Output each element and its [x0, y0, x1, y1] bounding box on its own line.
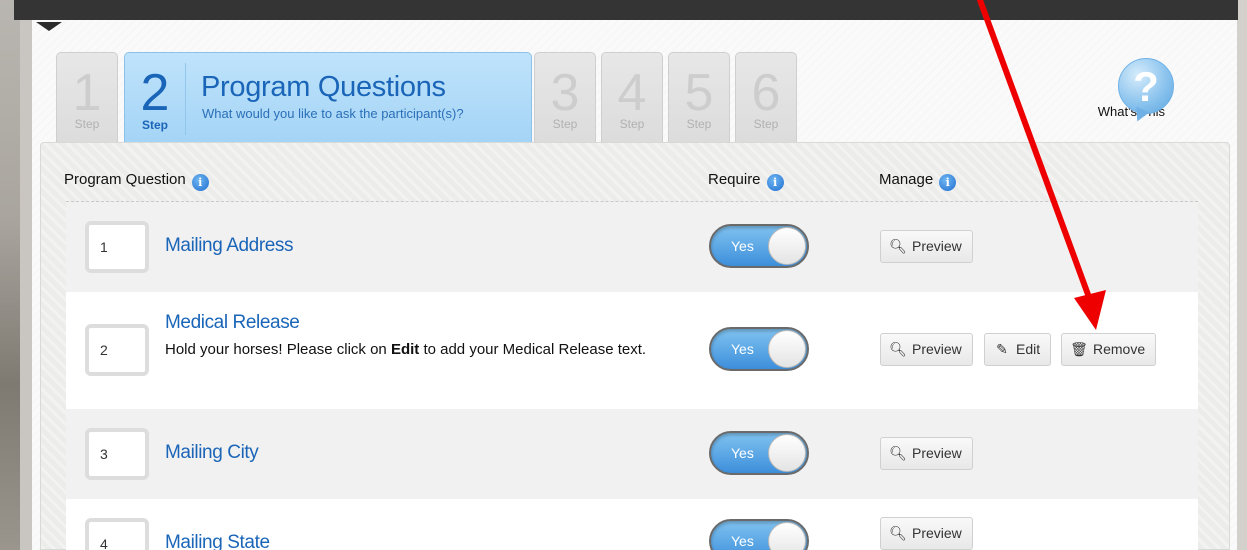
program-wizard-page: 1 Step 2 Step Program Questions What wou…: [32, 20, 1237, 550]
question-number: 3: [85, 428, 149, 480]
preview-button[interactable]: 🔍︎ Preview: [880, 230, 973, 263]
help-question-icon[interactable]: ?: [1118, 58, 1174, 114]
step-tab-5[interactable]: 5 Step: [668, 52, 730, 142]
question-number: 4: [85, 518, 149, 550]
toggle-label: Yes: [731, 238, 754, 254]
column-header-label: Require: [708, 171, 761, 188]
button-label: Preview: [912, 525, 962, 541]
step-number: 1: [72, 64, 102, 122]
info-icon[interactable]: i: [191, 174, 209, 191]
info-icon[interactable]: i: [766, 174, 784, 191]
remove-button[interactable]: 🗑︎ Remove: [1061, 333, 1157, 366]
toggle-knob: [768, 434, 806, 472]
search-icon: 🔍︎: [889, 342, 907, 358]
step-label: Step: [141, 118, 168, 132]
question-row: 3 Mailing City Yes 🔍︎ Preview: [66, 409, 1198, 499]
step-label: Step: [686, 117, 712, 131]
search-icon: 🔍︎: [889, 239, 907, 255]
step-tab-6[interactable]: 6 Step: [735, 52, 797, 142]
edit-button[interactable]: ✎ Edit: [984, 333, 1052, 366]
step-number: 2: [140, 64, 170, 122]
step-number: 6: [751, 64, 781, 122]
question-title[interactable]: Medical Release: [165, 312, 300, 334]
toggle-label: Yes: [731, 341, 754, 357]
toggle-knob: [768, 227, 806, 265]
step-label: Step: [753, 117, 779, 131]
step-title: Program Questions: [201, 71, 446, 103]
description-text: Hold your horses! Please click on: [165, 341, 391, 358]
require-toggle[interactable]: Yes: [709, 431, 809, 475]
question-title[interactable]: Mailing City: [165, 442, 259, 464]
step-subtitle: What would you like to ask the participa…: [202, 106, 464, 121]
require-toggle[interactable]: Yes: [709, 519, 809, 550]
toggle-label: Yes: [731, 445, 754, 461]
question-description: Hold your horses! Please click on Edit t…: [165, 339, 710, 361]
pencil-icon: ✎: [996, 342, 1008, 358]
description-bold: Edit: [390, 341, 420, 358]
search-icon: 🔍︎: [889, 526, 907, 542]
step-label: Step: [552, 117, 578, 131]
info-icon[interactable]: i: [939, 174, 957, 191]
menu-dropdown-arrow-icon[interactable]: [36, 22, 62, 31]
button-label: Preview: [912, 341, 962, 357]
step-tab-1[interactable]: 1 Step: [56, 52, 118, 142]
question-number: 2: [85, 324, 149, 376]
column-header-require: Require i: [708, 171, 784, 191]
toggle-knob: [768, 330, 806, 368]
button-label: Remove: [1093, 341, 1146, 357]
step-label: Step: [619, 117, 645, 131]
step-number: 5: [684, 64, 714, 122]
questions-list: 1 Mailing Address Yes 🔍︎ Preview 2 Medica…: [66, 201, 1198, 550]
preview-button[interactable]: 🔍︎ Preview: [880, 333, 973, 366]
question-row: 2 Medical Release Hold your horses! Plea…: [66, 292, 1198, 409]
trash-icon: 🗑︎: [1070, 342, 1088, 358]
column-header-question: Program Question i: [64, 171, 209, 191]
button-label: Preview: [912, 238, 962, 254]
column-header-label: Manage: [879, 171, 934, 188]
questions-panel: Program Question i Require i Manage i 1 Mai…: [40, 142, 1230, 550]
question-title[interactable]: Mailing State: [165, 532, 270, 550]
tab-divider: [185, 63, 186, 135]
toggle-knob: [768, 522, 806, 550]
step-tab-4[interactable]: 4 Step: [601, 52, 663, 142]
require-toggle[interactable]: Yes: [709, 224, 809, 268]
question-title[interactable]: Mailing Address: [165, 235, 294, 257]
button-label: Preview: [912, 445, 962, 461]
require-toggle[interactable]: Yes: [709, 327, 809, 371]
question-row: 1 Mailing Address Yes 🔍︎ Preview: [66, 202, 1198, 292]
button-label: Edit: [1016, 341, 1041, 357]
question-number: 1: [85, 221, 149, 273]
top-bar: [14, 0, 1238, 20]
column-header-manage: Manage i: [879, 171, 957, 191]
description-text: to add your Medical Release text.: [419, 341, 647, 358]
question-row: 4 Mailing State Yes 🔍︎ Preview: [66, 499, 1198, 550]
preview-button[interactable]: 🔍︎ Preview: [880, 437, 973, 470]
background-left-inner: [20, 0, 32, 550]
preview-button[interactable]: 🔍︎ Preview: [880, 517, 973, 550]
step-tab-3[interactable]: 3 Step: [534, 52, 596, 142]
search-icon: 🔍︎: [889, 446, 907, 462]
column-header-label: Program Question: [64, 171, 186, 188]
step-number: 3: [550, 64, 580, 122]
toggle-label: Yes: [731, 533, 754, 549]
help-glyph: ?: [1133, 63, 1159, 110]
step-label: Step: [74, 117, 100, 131]
step-tab-2[interactable]: 2 Step Program Questions What would you …: [124, 52, 532, 142]
step-number: 4: [617, 64, 647, 122]
background-right: [1237, 0, 1247, 550]
